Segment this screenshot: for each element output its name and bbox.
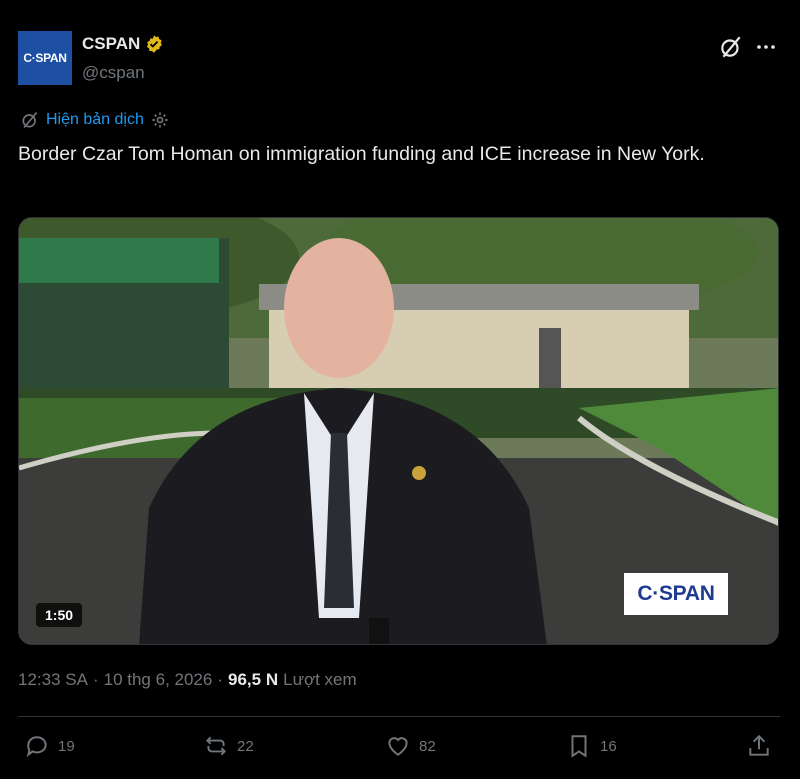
cspan-logo: C·SPAN [624, 573, 728, 615]
avatar-text: C·SPAN [23, 51, 67, 65]
repost-button[interactable]: 22 [203, 733, 254, 759]
meta-separator: · [92, 670, 99, 689]
views-label: Lượt xem [283, 670, 357, 689]
video-player[interactable]: 1:50 C·SPAN [18, 217, 779, 645]
tweet-text: Border Czar Tom Homan on immigration fun… [18, 143, 705, 165]
handle[interactable]: @cspan [82, 63, 145, 83]
verified-gold-badge-icon [147, 35, 163, 53]
post-time[interactable]: 12:33 SA [18, 670, 88, 690]
like-count: 82 [419, 737, 436, 755]
display-name[interactable]: CSPAN [82, 34, 140, 54]
share-icon [749, 734, 769, 756]
bookmark-count: 16 [600, 737, 617, 755]
bookmark-button[interactable]: 16 [566, 733, 617, 759]
action-bar: 19 22 82 16 [0, 733, 800, 765]
heart-icon [388, 737, 408, 756]
bookmark-icon [571, 735, 587, 758]
reply-button[interactable]: 19 [24, 733, 75, 759]
grok-icon[interactable] [718, 34, 744, 60]
more-icon[interactable] [754, 35, 778, 59]
tweet-meta: 12:33 SA · 10 thg 6, 2026 · 96,5 N Lượt … [18, 670, 357, 690]
reply-icon [26, 736, 47, 758]
translate-link[interactable]: Hiện bản dịch [46, 111, 144, 129]
repost-icon [205, 736, 227, 756]
translate-row[interactable]: Hiện bản dịch [20, 110, 170, 130]
like-button[interactable]: 82 [385, 733, 436, 759]
avatar[interactable]: C·SPAN [18, 31, 72, 85]
translate-icon [22, 111, 38, 129]
share-button[interactable] [746, 733, 772, 759]
divider [18, 716, 780, 717]
author-name-row[interactable]: CSPAN [82, 34, 164, 54]
views-count: 96,5 N [228, 670, 279, 689]
repost-count: 22 [237, 737, 254, 755]
post-date[interactable]: 10 thg 6, 2026 [104, 670, 213, 690]
reply-count: 19 [58, 737, 75, 755]
meta-separator: · [217, 670, 224, 689]
video-duration: 1:50 [36, 603, 83, 627]
gear-icon[interactable] [150, 110, 170, 130]
